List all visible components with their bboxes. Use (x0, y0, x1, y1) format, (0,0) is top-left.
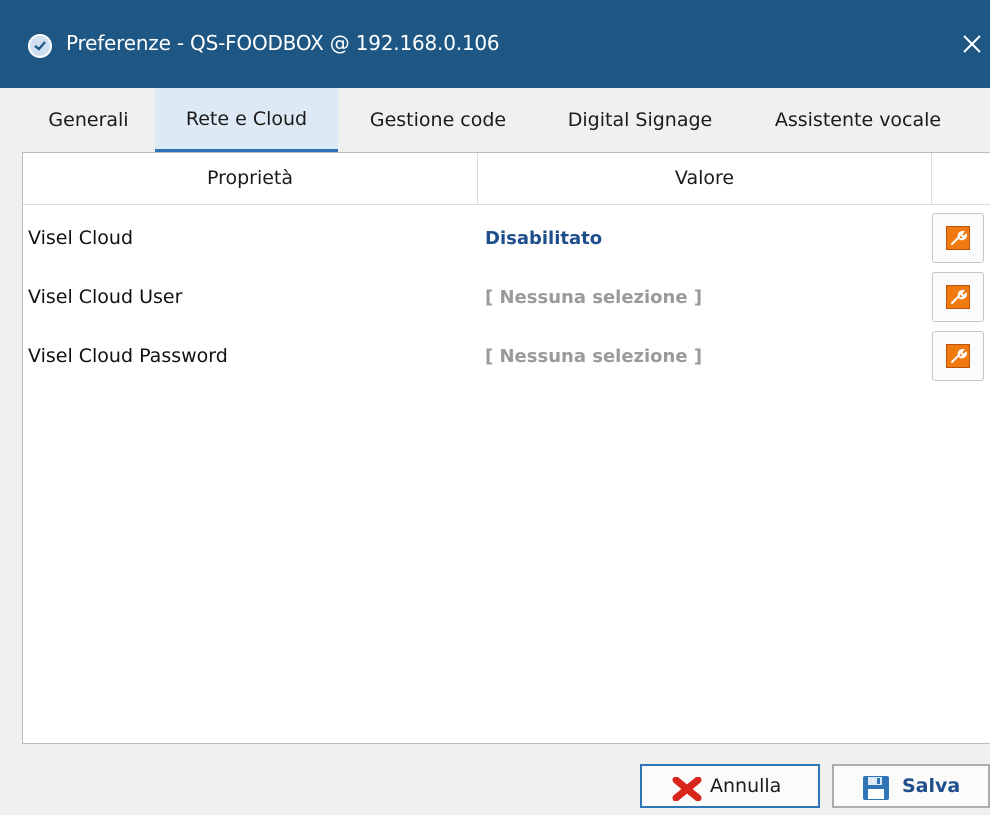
close-icon (963, 35, 981, 53)
floppy-disk-icon (862, 775, 890, 815)
property-label: Visel Cloud (28, 227, 134, 249)
grid-row-visel-cloud-user[interactable]: Visel Cloud User [ Nessuna selezione ] (23, 268, 990, 327)
tab-generali[interactable]: Generali (22, 88, 155, 152)
app-logo-icon (28, 34, 52, 58)
column-header-actions (932, 153, 990, 204)
tab-rete-e-cloud[interactable]: Rete e Cloud (155, 88, 338, 152)
save-button-label: Salva (902, 775, 961, 797)
wrench-icon (946, 344, 970, 368)
column-header-property[interactable]: Proprietà (23, 153, 478, 204)
window-title: Preferenze - QS-FOODBOX @ 192.168.0.106 (66, 31, 500, 55)
property-value: [ Nessuna selezione ] (485, 346, 703, 367)
wrench-icon (946, 285, 970, 309)
tab-bar: Generali Rete e Cloud Gestione code Digi… (0, 88, 990, 152)
red-x-icon (670, 775, 704, 815)
wrench-icon (946, 226, 970, 250)
property-value: Disabilitato (485, 228, 603, 249)
grid-header: Proprietà Valore (23, 153, 990, 205)
tab-assistente-vocale[interactable]: Assistente vocale (742, 88, 974, 152)
tab-gestione-code[interactable]: Gestione code (338, 88, 538, 152)
title-bar: Preferenze - QS-FOODBOX @ 192.168.0.106 (0, 0, 990, 88)
edit-button[interactable] (932, 272, 984, 322)
save-button[interactable]: Salva (832, 764, 990, 808)
grid-row-visel-cloud[interactable]: Visel Cloud Disabilitato (23, 209, 990, 268)
tab-digital-signage[interactable]: Digital Signage (538, 88, 742, 152)
grid-row-visel-cloud-password[interactable]: Visel Cloud Password [ Nessuna selezione… (23, 327, 990, 386)
cancel-button[interactable]: Annulla (640, 764, 820, 808)
property-label: Visel Cloud Password (28, 345, 228, 367)
close-button[interactable] (958, 22, 990, 66)
cancel-button-label: Annulla (710, 775, 782, 797)
property-value: [ Nessuna selezione ] (485, 287, 703, 308)
property-grid: Proprietà Valore Visel Cloud Disabilitat… (22, 152, 990, 744)
property-label: Visel Cloud User (28, 286, 183, 308)
column-header-value[interactable]: Valore (478, 153, 932, 204)
edit-button[interactable] (932, 331, 984, 381)
edit-button[interactable] (932, 213, 984, 263)
